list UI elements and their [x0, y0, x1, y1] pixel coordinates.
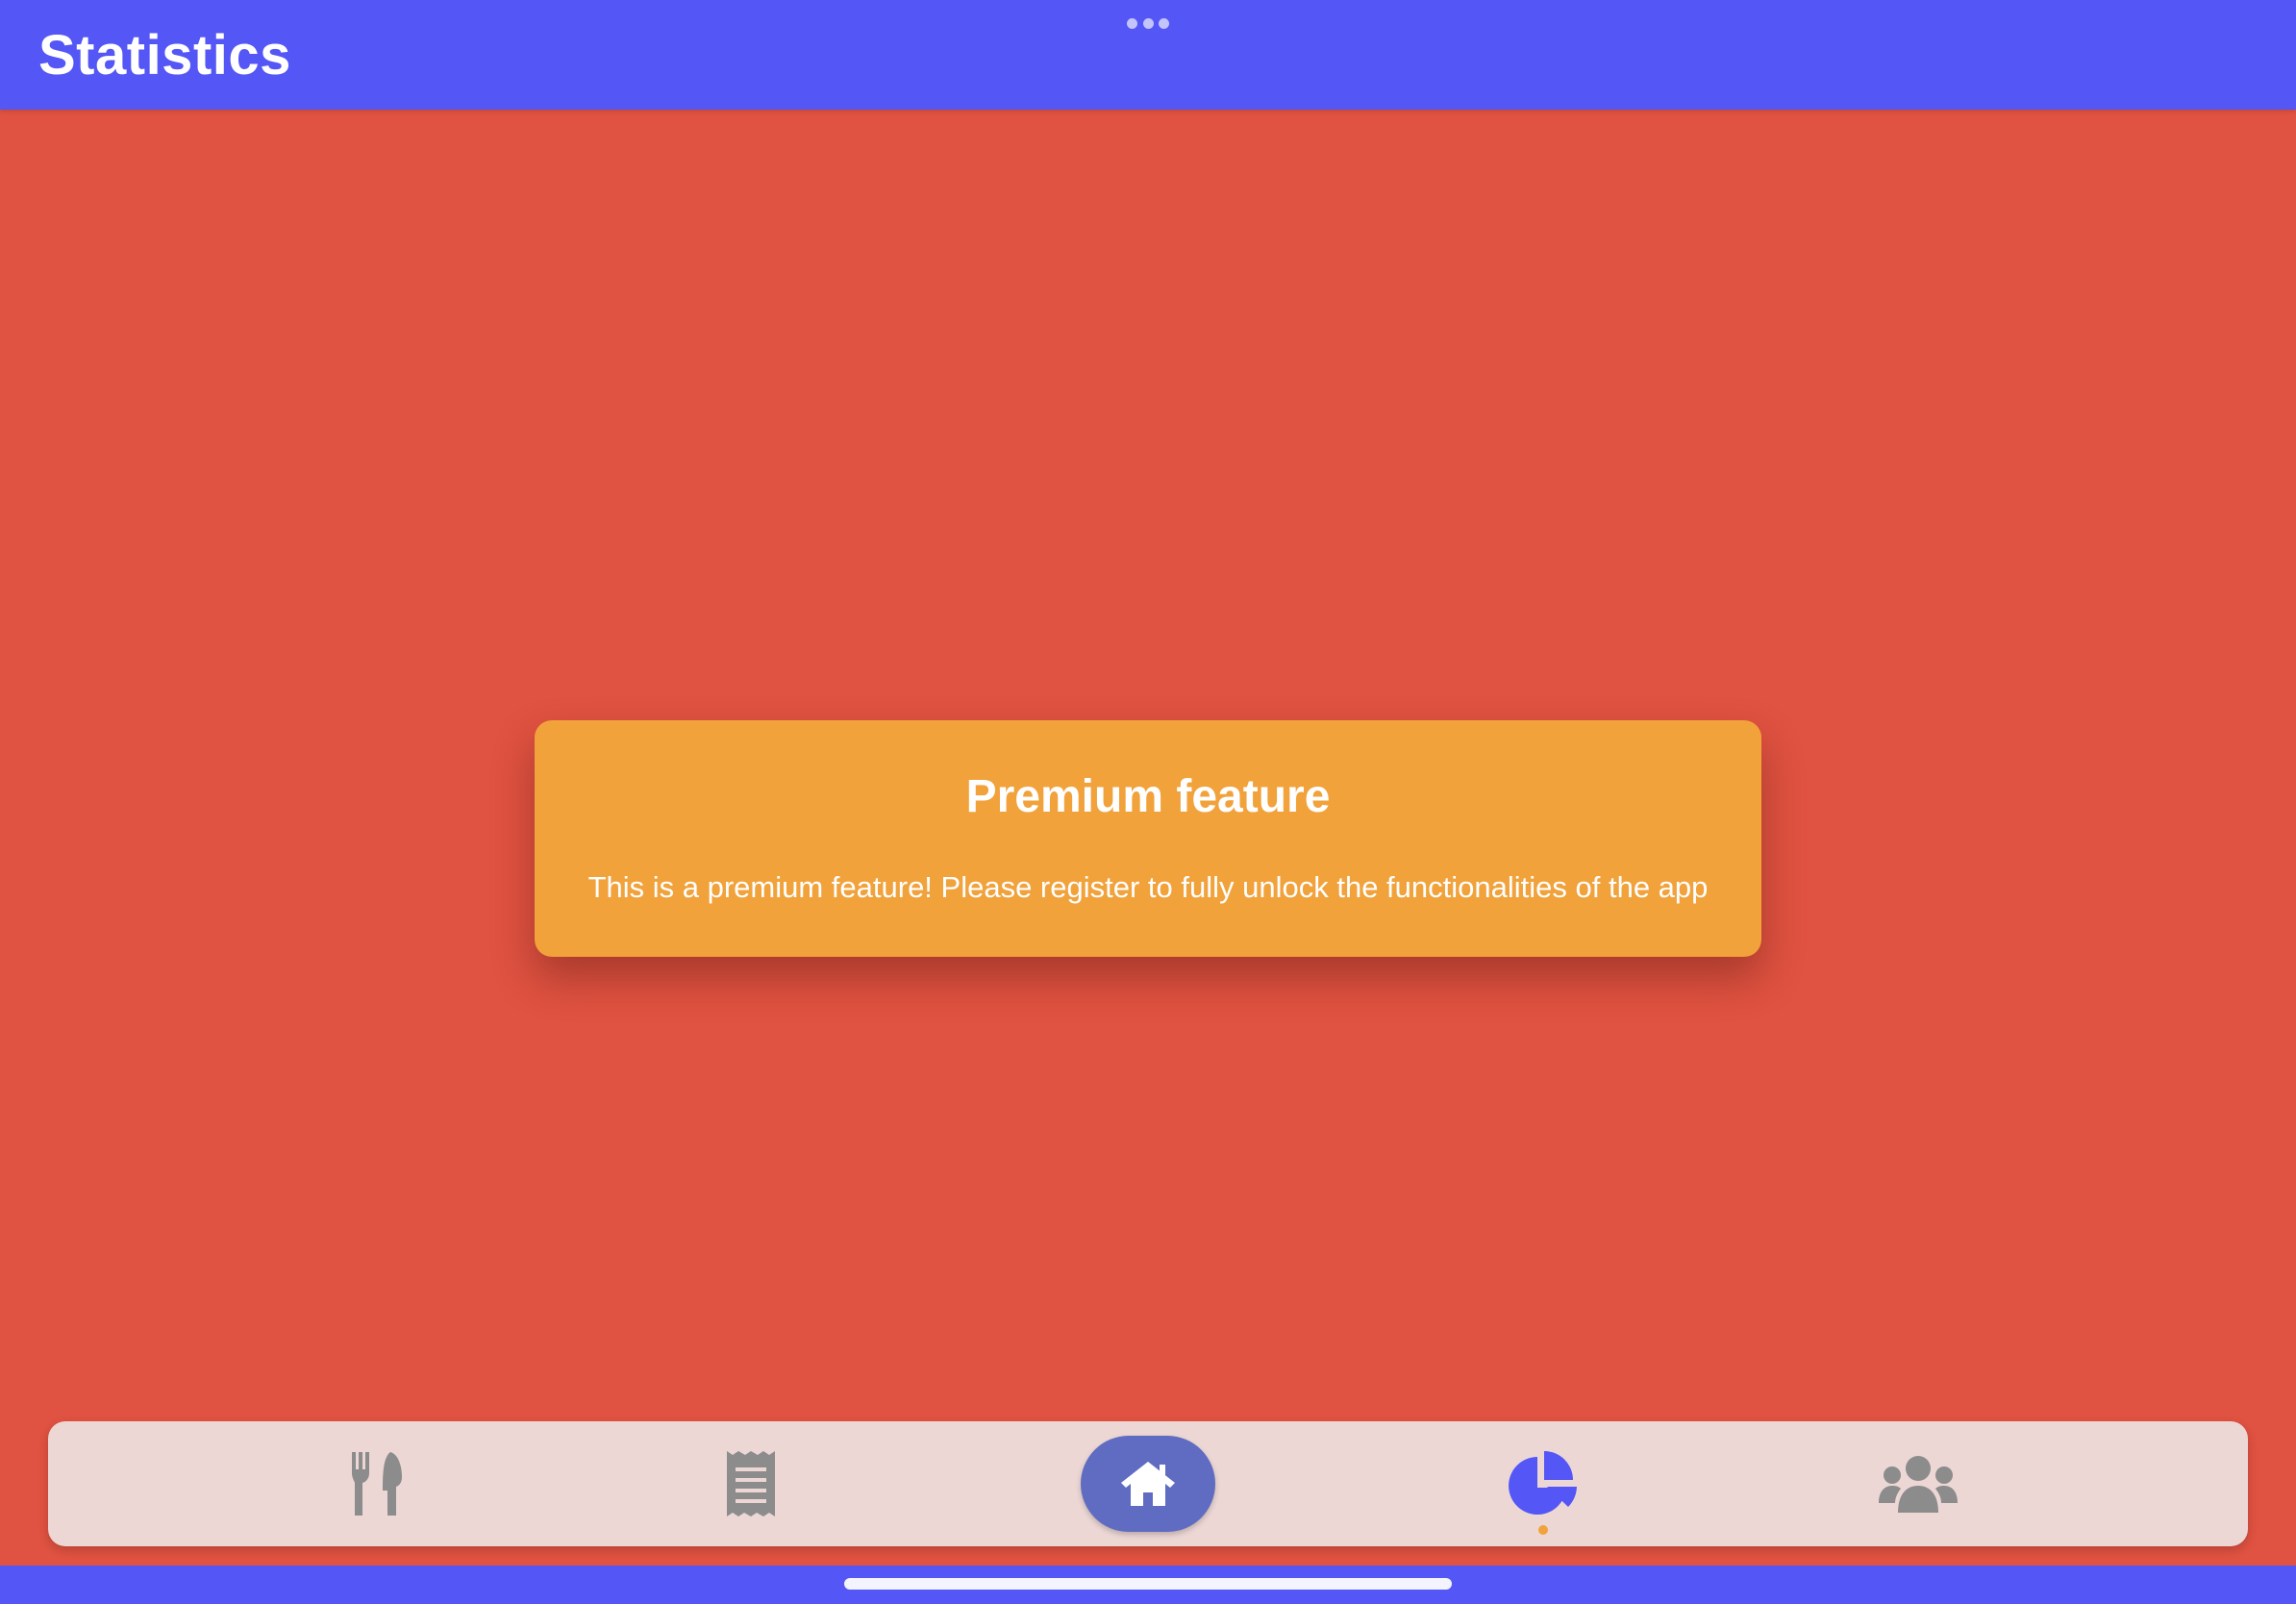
multitasking-menu-icon[interactable]: [1127, 18, 1169, 30]
tab-users[interactable]: [1841, 1421, 1995, 1546]
premium-feature-title: Premium feature: [965, 771, 1331, 822]
page-title: Statistics: [38, 24, 291, 87]
tab-food[interactable]: [300, 1421, 454, 1546]
users-icon: [1879, 1456, 1958, 1513]
receipt-icon: [727, 1451, 775, 1516]
home-icon: [1121, 1462, 1175, 1506]
tab-receipts[interactable]: [674, 1421, 828, 1546]
fork-knife-icon: [352, 1452, 402, 1516]
bottom-tab-bar: [48, 1421, 2248, 1546]
app-screen: Statistics Premium feature This is a pre…: [0, 0, 2296, 1604]
premium-feature-card: Premium feature This is a premium featur…: [535, 720, 1761, 957]
tab-home[interactable]: [1081, 1436, 1215, 1532]
pie-chart-icon: [1509, 1451, 1577, 1515]
active-tab-indicator: [1538, 1525, 1548, 1535]
header-bar: Statistics: [0, 0, 2296, 110]
premium-feature-message: This is a premium feature! Please regist…: [587, 870, 1709, 904]
home-indicator[interactable]: [844, 1578, 1452, 1590]
